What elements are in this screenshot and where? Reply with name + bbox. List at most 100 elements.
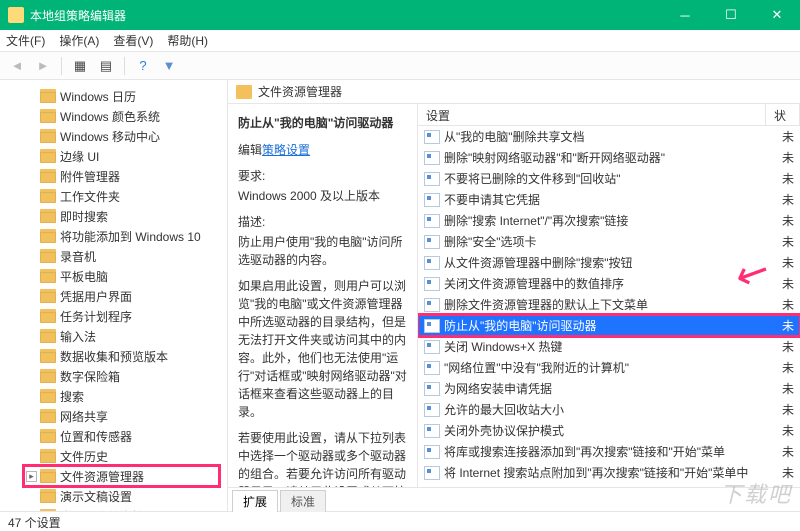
policy-state: 未 [776, 464, 794, 481]
refresh-button[interactable]: ▦ [69, 55, 91, 77]
col-state[interactable]: 状 [766, 104, 800, 125]
folder-icon [40, 389, 56, 403]
policy-row[interactable]: 删除"安全"选项卡未 [418, 231, 800, 252]
policy-row[interactable]: "网络位置"中没有"我附近的计算机" 未 [418, 357, 800, 378]
description-p1: 防止用户使用"我的电脑"访问所选驱动器的内容。 [238, 233, 407, 269]
filter-button[interactable]: ▼ [158, 55, 180, 77]
tree-item[interactable]: Windows 颜色系统 [0, 106, 227, 126]
tree-item[interactable]: 演示文稿设置 [0, 486, 227, 506]
policy-label: 防止从"我的电脑"访问驱动器 [444, 317, 597, 334]
tree-item-label: 应用程序兼容性 [60, 508, 144, 512]
policy-icon [424, 361, 440, 375]
export-button[interactable]: ▤ [95, 55, 117, 77]
policy-state: 未 [776, 422, 794, 439]
window-title: 本地组策略编辑器 [30, 7, 662, 24]
pane-title: 文件资源管理器 [258, 83, 342, 100]
folder-icon [40, 149, 56, 163]
expand-icon[interactable]: ▸ [26, 471, 37, 482]
policy-list[interactable]: 从"我的电脑"删除共享文档未删除"映射网络驱动器"和"断开网络驱动器"未不要将已… [418, 126, 800, 487]
folder-icon [40, 289, 56, 303]
tab-standard[interactable]: 标准 [280, 490, 326, 512]
tree-item[interactable]: 即时搜索 [0, 206, 227, 226]
policy-label: 从"我的电脑"删除共享文档 [444, 128, 585, 145]
policy-state: 未 [776, 275, 794, 292]
tree-item[interactable]: 边缘 UI [0, 146, 227, 166]
tree-item[interactable]: 工作文件夹 [0, 186, 227, 206]
col-setting[interactable]: 设置 [418, 104, 766, 125]
tree-item[interactable]: 录音机 [0, 246, 227, 266]
tree-item[interactable]: 数字保险箱 [0, 366, 227, 386]
tree-item[interactable]: 任务计划程序 [0, 306, 227, 326]
tree-item[interactable]: 输入法 [0, 326, 227, 346]
menu-view[interactable]: 查看(V) [113, 32, 153, 49]
tree-item-label: 平板电脑 [60, 268, 108, 285]
nav-back-button[interactable]: ◄ [6, 55, 28, 77]
policy-row[interactable]: 删除文件资源管理器的默认上下文菜单未 [418, 294, 800, 315]
minimize-button[interactable]: ─ [662, 0, 708, 30]
policy-row[interactable]: 从文件资源管理器中删除"搜索"按钮未 [418, 252, 800, 273]
maximize-button[interactable]: ☐ [708, 0, 754, 30]
policy-row[interactable]: 从"我的电脑"删除共享文档未 [418, 126, 800, 147]
tree-item[interactable]: ▸文件资源管理器 [0, 466, 227, 486]
tree-item-label: 文件历史 [60, 448, 108, 465]
policy-row[interactable]: 关闭 Windows+X 热键未 [418, 336, 800, 357]
close-button[interactable]: ✕ [754, 0, 800, 30]
folder-icon [40, 249, 56, 263]
policy-list-wrap: 设置 状 从"我的电脑"删除共享文档未删除"映射网络驱动器"和"断开网络驱动器"… [418, 104, 800, 487]
policy-row[interactable]: 关闭文件资源管理器中的数值排序 未 [418, 273, 800, 294]
menu-help[interactable]: 帮助(H) [167, 32, 208, 49]
folder-icon [40, 169, 56, 183]
tree-item-label: 附件管理器 [60, 168, 120, 185]
tree-item[interactable]: 将功能添加到 Windows 10 [0, 226, 227, 246]
policy-row[interactable]: 删除"搜索 Internet"/"再次搜索"链接未 [418, 210, 800, 231]
policy-row[interactable]: 删除"映射网络驱动器"和"断开网络驱动器"未 [418, 147, 800, 168]
policy-row[interactable]: 将 Internet 搜索站点附加到"再次搜索"链接和"开始"菜单中未 [418, 462, 800, 483]
policy-row[interactable]: 将库或搜索连接器添加到"再次搜索"链接和"开始"菜单未 [418, 441, 800, 462]
menu-action[interactable]: 操作(A) [59, 32, 99, 49]
policy-label: 关闭文件资源管理器中的数值排序 [444, 275, 624, 292]
folder-icon [40, 409, 56, 423]
nav-forward-button[interactable]: ► [32, 55, 54, 77]
policy-state: 未 [776, 359, 794, 376]
app-icon [8, 7, 24, 23]
tree-item[interactable]: 应用程序兼容性 [0, 506, 227, 511]
right-pane: 文件资源管理器 防止从"我的电脑"访问驱动器 编辑策略设置 要求: Window… [228, 80, 800, 511]
tree-item[interactable]: 附件管理器 [0, 166, 227, 186]
policy-row[interactable]: 不要将已删除的文件移到"回收站"未 [418, 168, 800, 189]
list-header: 设置 状 [418, 104, 800, 126]
folder-icon [40, 229, 56, 243]
tree-item[interactable]: 文件历史 [0, 446, 227, 466]
tab-extended[interactable]: 扩展 [232, 490, 278, 512]
edit-policy-link[interactable]: 策略设置 [262, 143, 310, 157]
help-button[interactable]: ? [132, 55, 154, 77]
toolbar-separator [61, 57, 62, 75]
policy-state: 未 [776, 191, 794, 208]
tree-item[interactable]: 位置和传感器 [0, 426, 227, 446]
menu-file[interactable]: 文件(F) [6, 32, 45, 49]
policy-row[interactable]: 为网络安装申请凭据未 [418, 378, 800, 399]
policy-icon [424, 382, 440, 396]
policy-row[interactable]: 关闭外壳协议保护模式 未 [418, 420, 800, 441]
tree-item[interactable]: 凭据用户界面 [0, 286, 227, 306]
policy-icon [424, 172, 440, 186]
tree-item[interactable]: 平板电脑 [0, 266, 227, 286]
tree-item[interactable]: 网络共享 [0, 406, 227, 426]
tree-item-label: 位置和传感器 [60, 428, 132, 445]
policy-label: "网络位置"中没有"我附近的计算机" [444, 359, 629, 376]
policy-row[interactable]: 防止从"我的电脑"访问驱动器未 [418, 315, 800, 336]
tree-item-label: 凭据用户界面 [60, 288, 132, 305]
description-label: 描述: [238, 213, 407, 231]
policy-label: 关闭外壳协议保护模式 [444, 422, 564, 439]
tree-item-label: 即时搜索 [60, 208, 108, 225]
tree-item[interactable]: 数据收集和预览版本 [0, 346, 227, 366]
policy-row[interactable]: 不要申请其它凭据未 [418, 189, 800, 210]
policy-icon [424, 277, 440, 291]
nav-tree[interactable]: Windows 日历Windows 颜色系统Windows 移动中心边缘 UI 附… [0, 80, 228, 511]
tree-item[interactable]: Windows 移动中心 [0, 126, 227, 146]
policy-icon [424, 445, 440, 459]
tree-item[interactable]: Windows 日历 [0, 86, 227, 106]
view-tabs: 扩展 标准 [228, 487, 800, 511]
policy-row[interactable]: 允许的最大回收站大小未 [418, 399, 800, 420]
tree-item[interactable]: 搜索 [0, 386, 227, 406]
menubar: 文件(F) 操作(A) 查看(V) 帮助(H) [0, 30, 800, 52]
